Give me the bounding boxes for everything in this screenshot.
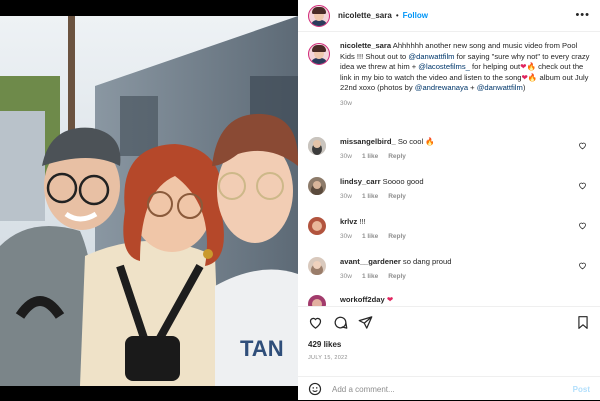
author-avatar[interactable] bbox=[308, 4, 330, 27]
reply-button[interactable]: Reply bbox=[388, 153, 406, 160]
commenter-avatar[interactable] bbox=[308, 217, 326, 235]
post-image: TAN bbox=[0, 16, 298, 386]
comment-age: 30w bbox=[340, 193, 352, 200]
post-side-panel: nicolette_sara • Follow ••• nicolette_sa… bbox=[298, 0, 600, 400]
caption-part6: + bbox=[468, 83, 477, 93]
follow-button[interactable]: Follow bbox=[403, 11, 428, 20]
more-options-icon[interactable]: ••• bbox=[575, 10, 590, 21]
mention-link[interactable]: @danwattfilm bbox=[477, 83, 523, 92]
post-actions: 429 likes JULY 15, 2022 Post bbox=[298, 306, 600, 400]
comment-age: 30w bbox=[340, 273, 352, 280]
commenter-avatar[interactable] bbox=[308, 177, 326, 195]
comment-likes[interactable]: 1 like bbox=[362, 233, 378, 240]
comment-item: krlvz !!! 30w 1 like Reply bbox=[308, 217, 593, 240]
comment-username[interactable]: krlvz bbox=[340, 217, 357, 226]
reply-button[interactable]: Reply bbox=[388, 233, 406, 240]
comment-item: missangelbird_ So cool 🔥 30w 1 like Reply bbox=[308, 137, 593, 160]
share-icon[interactable] bbox=[358, 315, 373, 330]
emoji-icon[interactable] bbox=[308, 382, 322, 396]
comment-text: So cool bbox=[395, 137, 426, 146]
caption-author-avatar[interactable] bbox=[308, 43, 330, 65]
reply-button[interactable]: Reply bbox=[388, 273, 406, 280]
caption-part3: for helping out bbox=[469, 62, 521, 72]
comment-item: workoff2day ❤ bbox=[308, 295, 593, 306]
fire-emoji-icon: 🔥 bbox=[526, 62, 536, 72]
comment-likes[interactable]: 1 like bbox=[362, 273, 378, 280]
comment-age: 30w bbox=[340, 153, 352, 160]
comment-text: !!! bbox=[357, 217, 366, 226]
caption-username[interactable]: nicolette_sara bbox=[340, 41, 391, 50]
fire-emoji-icon: 🔥 bbox=[527, 72, 538, 82]
comment-age: 30w bbox=[340, 233, 352, 240]
post-date: JULY 15, 2022 bbox=[308, 355, 348, 361]
comment-username[interactable]: lindsy_carr bbox=[340, 177, 381, 186]
caption-part7: ) bbox=[522, 83, 526, 93]
caption-timestamp: 30w bbox=[340, 99, 352, 107]
bookmark-icon[interactable] bbox=[576, 315, 590, 330]
add-comment-input[interactable] bbox=[332, 384, 542, 394]
fire-emoji-icon: 🔥 bbox=[425, 137, 435, 146]
heart-icon[interactable] bbox=[308, 315, 323, 330]
author-username[interactable]: nicolette_sara bbox=[338, 11, 392, 20]
add-comment-row: Post bbox=[298, 376, 600, 401]
comments-list[interactable]: nicolette_sara Ahhhhhh another new song … bbox=[298, 33, 600, 306]
commenter-avatar[interactable] bbox=[308, 295, 326, 306]
comment-like-heart-icon[interactable] bbox=[578, 181, 587, 190]
comment-item: lindsy_carr Soooo good 30w 1 like Reply bbox=[308, 177, 593, 200]
caption-text: nicolette_sara Ahhhhhh another new song … bbox=[340, 41, 593, 94]
comment-like-heart-icon[interactable] bbox=[578, 141, 587, 150]
comment-like-heart-icon[interactable] bbox=[578, 261, 587, 270]
post-modal: TAN nicolette_sara • Follow ••• nicolett… bbox=[0, 0, 600, 400]
comment-likes[interactable]: 1 like bbox=[362, 193, 378, 200]
comment-text: so dang proud bbox=[400, 257, 452, 266]
svg-text:TAN: TAN bbox=[240, 336, 284, 361]
action-icons bbox=[308, 315, 590, 333]
mention-link[interactable]: @andrewanaya bbox=[415, 83, 468, 92]
likes-count[interactable]: 429 likes bbox=[308, 340, 341, 349]
comment-text: Soooo good bbox=[380, 177, 424, 186]
comment-item: avant__gardener so dang proud 30w 1 like R… bbox=[308, 257, 593, 280]
commenter-avatar[interactable] bbox=[308, 137, 326, 155]
mention-link[interactable]: @lacostefilms_ bbox=[418, 62, 470, 71]
post-header: nicolette_sara • Follow ••• bbox=[298, 0, 600, 32]
comment-username[interactable]: missangelbird_ bbox=[340, 137, 396, 146]
comment-username[interactable]: workoff2day bbox=[340, 295, 385, 304]
reply-button[interactable]: Reply bbox=[388, 193, 406, 200]
mention-link[interactable]: @danwattfilm bbox=[408, 52, 454, 61]
commenter-avatar[interactable] bbox=[308, 257, 326, 275]
post-caption: nicolette_sara Ahhhhhh another new song … bbox=[308, 41, 593, 107]
post-comment-button[interactable]: Post bbox=[573, 385, 590, 394]
comment-username[interactable]: avant__gardener bbox=[340, 257, 401, 266]
heart-emoji-icon: ❤ bbox=[386, 295, 394, 304]
separator-dot: • bbox=[395, 11, 399, 20]
comment-like-heart-icon[interactable] bbox=[578, 221, 587, 230]
comment-icon[interactable] bbox=[333, 315, 348, 330]
comment-likes[interactable]: 1 like bbox=[362, 153, 378, 160]
post-photo[interactable]: TAN bbox=[0, 16, 298, 386]
